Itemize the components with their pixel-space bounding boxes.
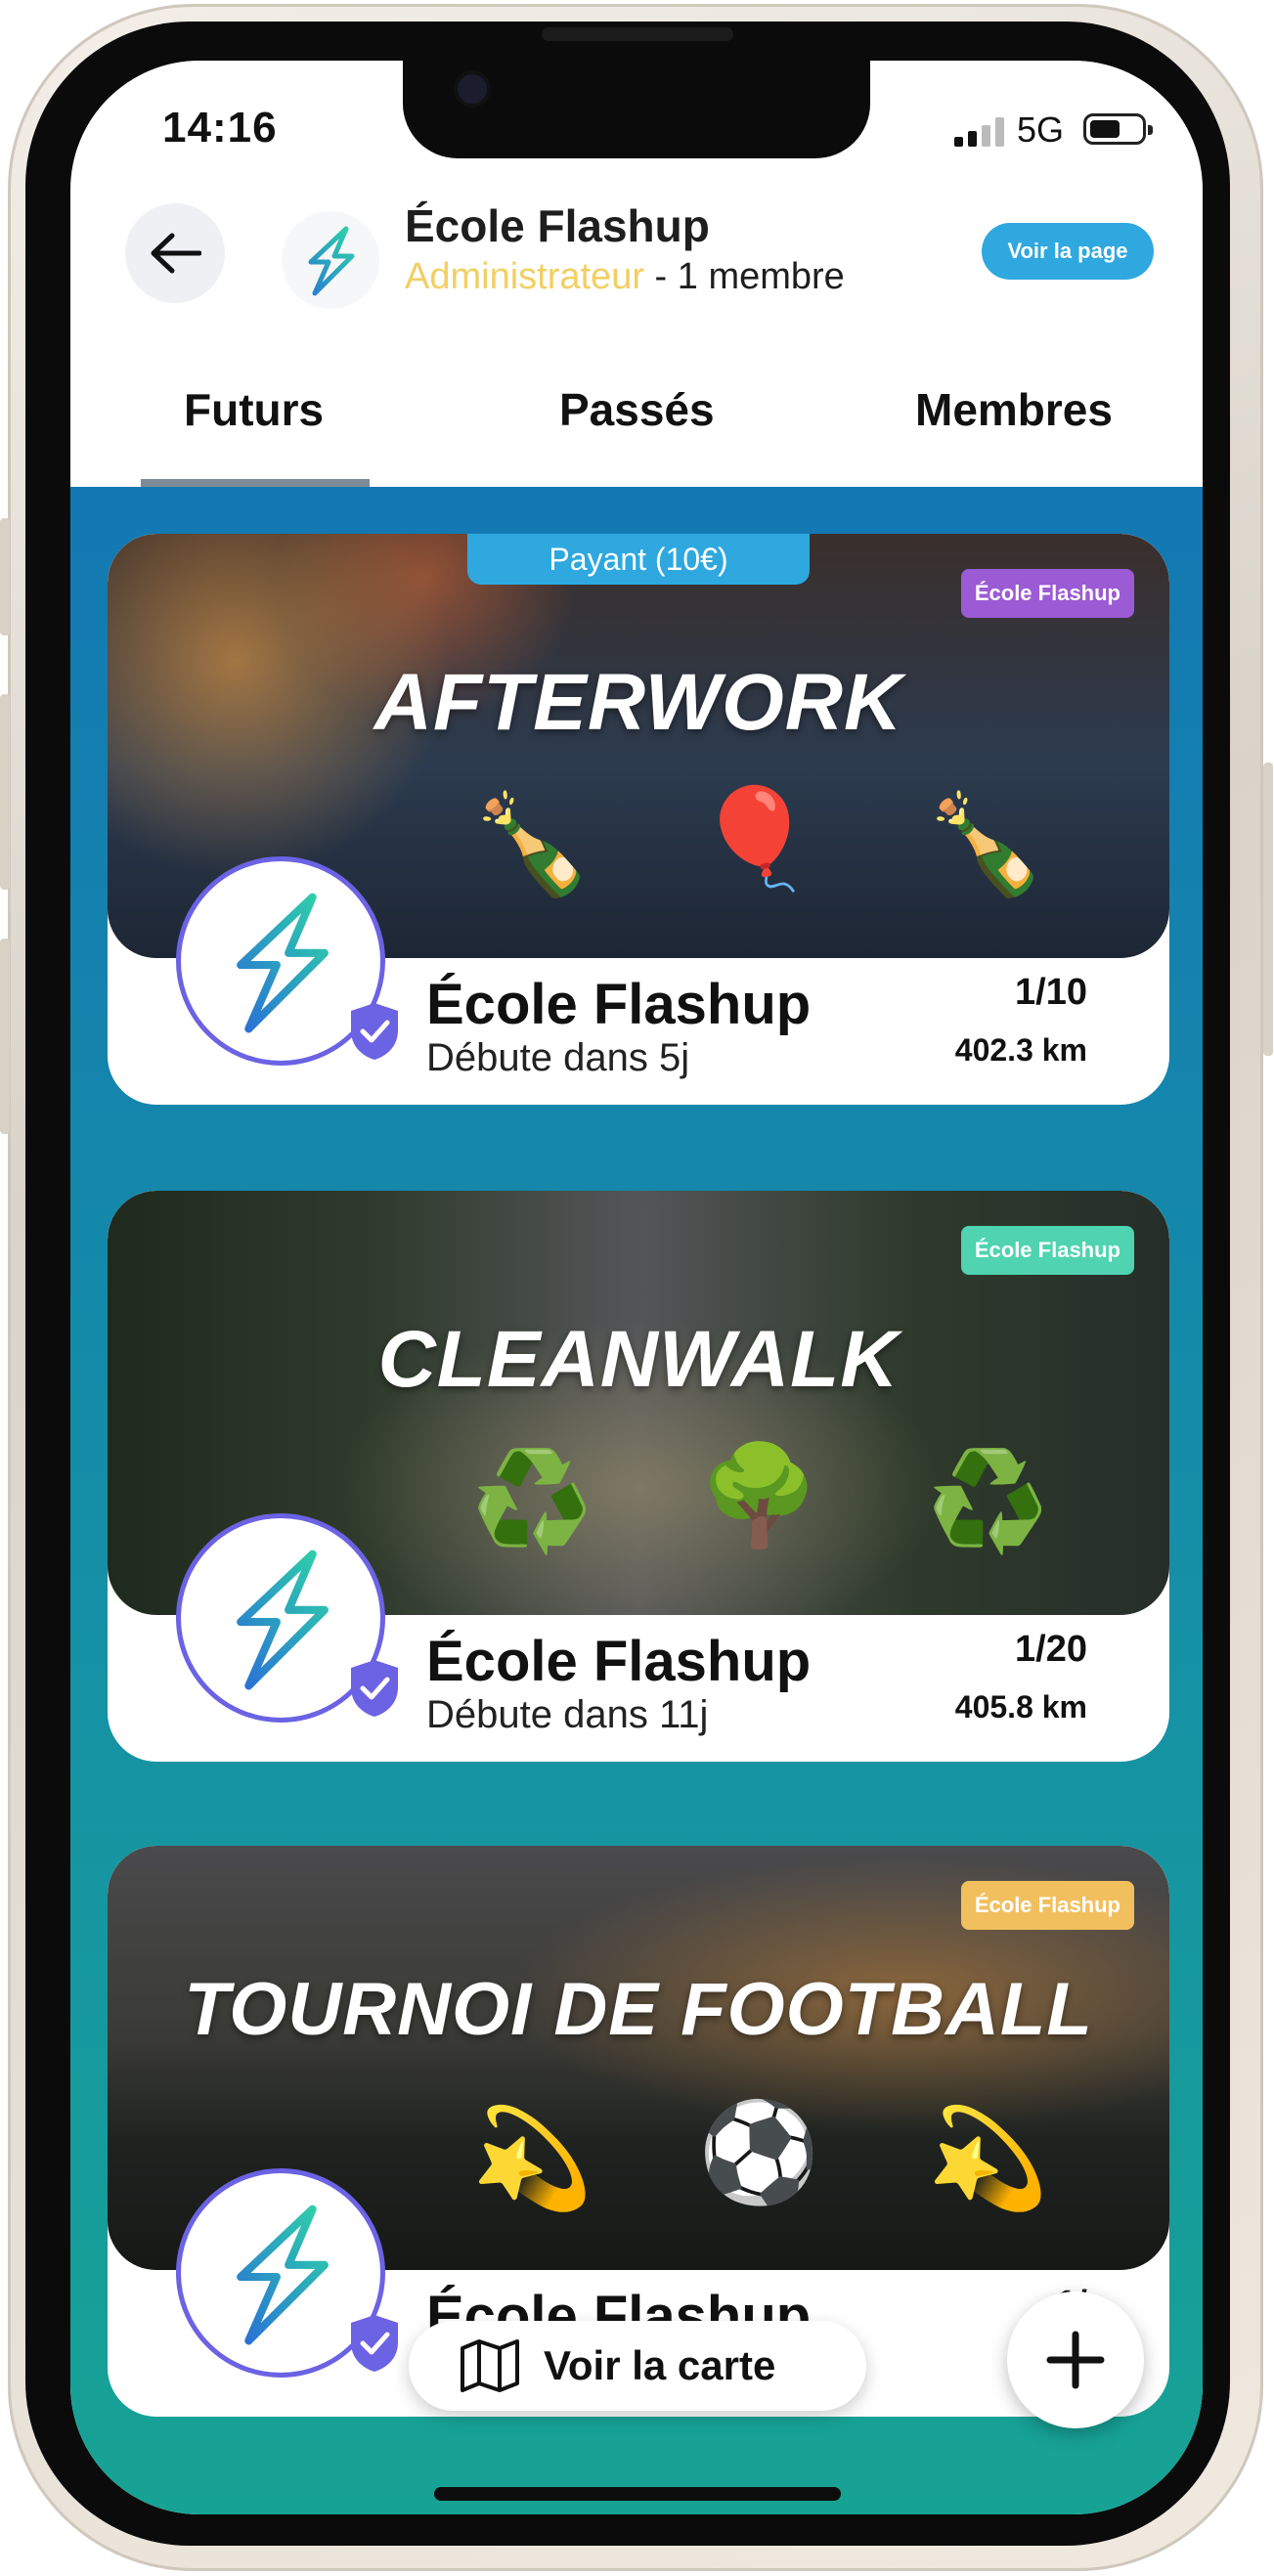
plus-icon (1046, 2331, 1105, 2389)
org-subtitle: Administrateur - 1 membre (405, 256, 845, 298)
price-tag: Payant (10€) (467, 534, 810, 585)
soccer-ball-icon: ⚽ (698, 2098, 820, 2207)
bottle-icon: 🍾 (471, 790, 593, 899)
verified-badge-icon (351, 1660, 398, 1717)
dizzy-star-icon: 💫 (927, 2104, 1049, 2213)
verified-badge-icon (351, 1003, 398, 1060)
dizzy-star-icon: 💫 (471, 2104, 593, 2213)
event-org: École Flashup (426, 1630, 812, 1693)
network-label: 5G (1017, 109, 1065, 150)
map-icon (461, 2339, 519, 2392)
home-indicator[interactable] (434, 2487, 841, 2501)
phone-screen: 14:16 5G École Flashup Administrateur - … (70, 61, 1203, 2514)
bottle-icon: 🍾 (925, 790, 1047, 899)
participant-count: 1/10 (1015, 972, 1087, 1013)
org-badge: École Flashup (960, 1881, 1134, 1930)
side-button (0, 694, 10, 890)
flashup-logo-icon (308, 226, 355, 296)
recycle-icon: ♻️ (471, 1447, 593, 1556)
side-button (0, 939, 10, 1134)
event-distance: 402.3 km (954, 1032, 1087, 1068)
org-logo (282, 211, 379, 309)
org-badge: École Flashup (960, 1226, 1134, 1275)
speaker-grille (542, 27, 733, 41)
map-button-label: Voir la carte (544, 2342, 776, 2388)
event-distance: 405.8 km (954, 1689, 1087, 1725)
arrow-left-icon (151, 233, 201, 274)
participant-count: 1/20 (1015, 1629, 1087, 1670)
event-title: TOURNOI DE FOOTBALL (184, 1968, 1093, 2051)
side-button (0, 518, 10, 635)
back-button[interactable] (125, 203, 225, 303)
balloon-icon: 🎈 (694, 784, 816, 894)
voir-page-button[interactable]: Voir la page (982, 223, 1154, 280)
status-time: 14:16 (162, 104, 278, 152)
verified-badge-icon (351, 2315, 398, 2372)
org-members: - 1 membre (643, 256, 845, 297)
tab-passes[interactable]: Passés (559, 383, 715, 436)
signal-icon (954, 117, 1005, 147)
events-list[interactable]: AFTERWORK 🍾 🎈 🍾 Payant (10€) École Flash… (70, 487, 1203, 2514)
front-camera (458, 74, 487, 104)
battery-icon (1083, 113, 1153, 145)
event-start: Débute dans 11j (426, 1693, 709, 1736)
org-badge: École Flashup (960, 569, 1134, 618)
event-title: AFTERWORK (373, 658, 903, 747)
tab-membres[interactable]: Membres (915, 383, 1113, 436)
side-button (1263, 763, 1273, 1056)
voir-la-carte-button[interactable]: Voir la carte (409, 2321, 866, 2411)
active-tab-indicator (141, 479, 370, 487)
event-title: CLEANWALK (377, 1315, 900, 1404)
event-org: École Flashup (426, 973, 812, 1036)
event-start: Débute dans 5j (426, 1036, 690, 1079)
tab-futurs[interactable]: Futurs (184, 383, 324, 436)
recycle-icon: ♻️ (927, 1447, 1049, 1556)
org-role: Administrateur (405, 256, 644, 297)
add-event-button[interactable] (1007, 2292, 1144, 2428)
camera-notch (403, 61, 870, 158)
event-card[interactable]: AFTERWORK 🍾 🎈 🍾 Payant (10€) École Flash… (108, 534, 1169, 1105)
event-card[interactable]: CLEANWALK ♻️ 🌳 ♻️ École Flashup École Fl… (108, 1191, 1169, 1762)
org-name: École Flashup (405, 200, 710, 251)
tree-icon: 🌳 (698, 1441, 820, 1550)
